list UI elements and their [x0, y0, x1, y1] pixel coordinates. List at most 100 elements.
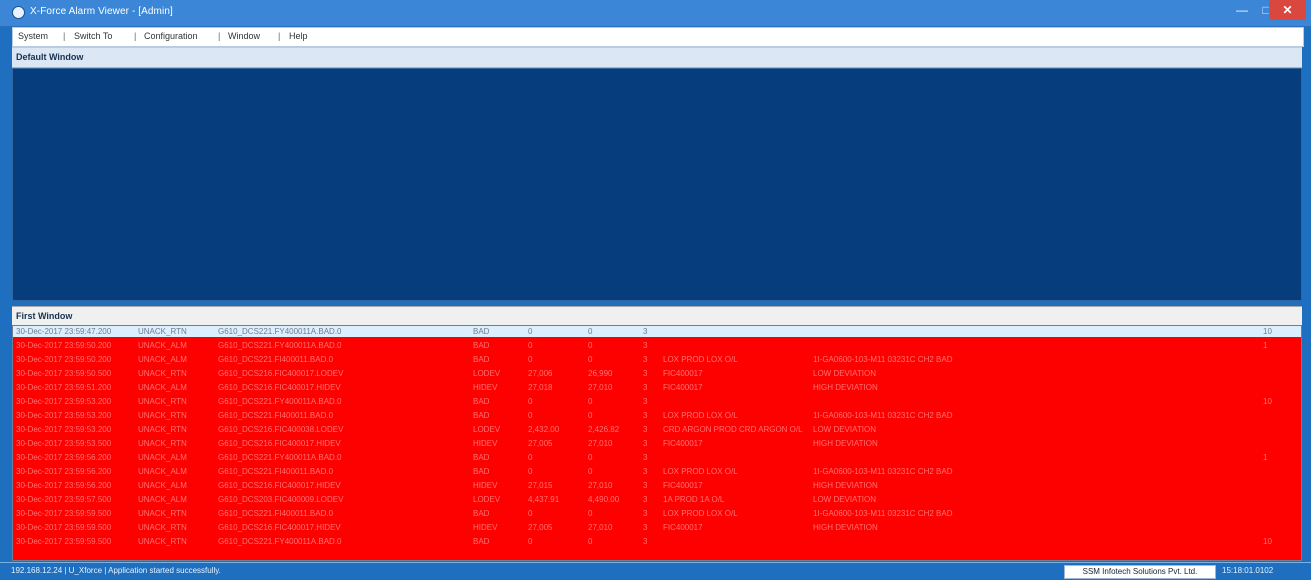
- app-logo-icon: [12, 6, 25, 19]
- alarm-state: UNACK_ALM: [138, 355, 187, 364]
- alarm-priority: 3: [643, 467, 648, 476]
- alarm-desc: LOX PROD LOX O/L: [663, 467, 738, 476]
- alarm-type: BAD: [473, 355, 490, 364]
- alarm-value: 0: [528, 537, 533, 546]
- alarm-row[interactable]: 30-Dec-2017 23:59:56.200 UNACK_ALM G610_DC…: [13, 480, 1301, 491]
- alarm-row[interactable]: 30-Dec-2017 23:59:53.500 UNACK_RTN G610_DC…: [13, 438, 1301, 449]
- alarm-priority: 3: [643, 411, 648, 420]
- alarm-limit: 27,010: [588, 481, 613, 490]
- alarm-row[interactable]: 30-Dec-2017 23:59:59.500 UNACK_RTN G610_DC…: [13, 536, 1301, 547]
- menu-separator: |: [63, 31, 66, 41]
- alarm-value: 2,432.00: [528, 425, 560, 434]
- alarm-row[interactable]: 30-Dec-2017 23:59:50.200 UNACK_ALM G610_DC…: [13, 354, 1301, 365]
- alarm-row[interactable]: 30-Dec-2017 23:59:57.500 UNACK_ALM G610_DC…: [13, 494, 1301, 505]
- alarm-type: HIDEV: [473, 481, 498, 490]
- alarm-priority: 3: [643, 453, 648, 462]
- alarm-limit: 0: [588, 467, 593, 476]
- alarm-priority: 3: [643, 523, 648, 532]
- alarm-type: BAD: [473, 453, 490, 462]
- alarm-state: UNACK_ALM: [138, 467, 187, 476]
- alarm-time: 30-Dec-2017 23:59:53.200: [16, 425, 112, 434]
- alarm-type: BAD: [473, 397, 490, 406]
- alarm-type: BAD: [473, 509, 490, 518]
- alarm-value: 27,015: [528, 481, 553, 490]
- alarm-time: 30-Dec-2017 23:59:53.500: [16, 439, 112, 448]
- alarm-desc: LOX PROD LOX O/L: [663, 509, 738, 518]
- alarm-type: LODEV: [473, 369, 501, 378]
- alarm-count: 10: [1263, 397, 1272, 406]
- alarm-value: 27,018: [528, 383, 553, 392]
- alarm-type: HIDEV: [473, 439, 498, 448]
- alarm-tag: G610_DCS216.FIC400017.HIDEV: [218, 383, 341, 392]
- alarm-note: LOW DEVIATION: [813, 369, 876, 378]
- alarm-value: 0: [528, 341, 533, 350]
- alarm-type: HIDEV: [473, 383, 498, 392]
- alarm-limit: 0: [588, 411, 593, 420]
- alarm-type: HIDEV: [473, 523, 498, 532]
- alarm-state: UNACK_RTN: [138, 369, 187, 378]
- alarm-state: UNACK_RTN: [138, 425, 187, 434]
- status-message: 192.168.12.24 | U_Xforce | Application s…: [11, 566, 221, 575]
- alarm-time: 30-Dec-2017 23:59:53.200: [16, 411, 112, 420]
- alarm-row[interactable]: 30-Dec-2017 23:59:50.500 UNACK_RTN G610_DC…: [13, 368, 1301, 379]
- alarm-tag: G610_DCS221.FY400011A.BAD.0: [218, 327, 342, 336]
- menu-switch-to[interactable]: Switch To: [74, 31, 112, 41]
- close-button[interactable]: ✕: [1269, 0, 1306, 20]
- alarm-row[interactable]: 30-Dec-2017 23:59:47.200 UNACK_RTN G610_DC…: [13, 326, 1301, 337]
- alarm-note: HIGH DEVIATION: [813, 439, 878, 448]
- alarm-value: 0: [528, 467, 533, 476]
- first-window-title: First Window: [16, 311, 73, 321]
- menu-window[interactable]: Window: [228, 31, 260, 41]
- alarm-desc: FIC400017: [663, 369, 703, 378]
- alarm-limit: 0: [588, 341, 593, 350]
- alarm-row[interactable]: 30-Dec-2017 23:59:53.200 UNACK_RTN G610_DC…: [13, 396, 1301, 407]
- alarm-desc: FIC400017: [663, 439, 703, 448]
- alarm-tag: G610_DCS221.FY400011A.BAD.0: [218, 537, 342, 546]
- alarm-time: 30-Dec-2017 23:59:56.200: [16, 481, 112, 490]
- alarm-desc: 1A PROD 1A O/L: [663, 495, 725, 504]
- alarm-row[interactable]: 30-Dec-2017 23:59:53.200 UNACK_RTN G610_DC…: [13, 424, 1301, 435]
- alarm-limit: 26,990: [588, 369, 613, 378]
- alarm-row[interactable]: 30-Dec-2017 23:59:56.200 UNACK_ALM G610_DC…: [13, 452, 1301, 463]
- alarm-row[interactable]: 30-Dec-2017 23:59:53.200 UNACK_RTN G610_DC…: [13, 410, 1301, 421]
- alarm-list[interactable]: 30-Dec-2017 23:59:47.200 UNACK_RTN G610_DC…: [12, 325, 1302, 561]
- minimize-button[interactable]: —: [1232, 0, 1252, 20]
- alarm-limit: 0: [588, 537, 593, 546]
- alarm-state: UNACK_RTN: [138, 537, 187, 546]
- alarm-row[interactable]: 30-Dec-2017 23:59:59.500 UNACK_RTN G610_DC…: [13, 508, 1301, 519]
- default-window-title: Default Window: [16, 52, 84, 62]
- alarm-time: 30-Dec-2017 23:59:50.200: [16, 355, 112, 364]
- menu-system[interactable]: System: [18, 31, 48, 41]
- alarm-note: 1I-GA0600-103-M11 03231C CH2 BAD: [813, 411, 953, 420]
- alarm-type: BAD: [473, 537, 490, 546]
- default-window-body[interactable]: [12, 68, 1302, 301]
- title-bar: X-Force Alarm Viewer - [Admin] — □ ✕: [0, 0, 1311, 27]
- alarm-priority: 3: [643, 341, 648, 350]
- default-window-header: Default Window: [12, 47, 1302, 68]
- alarm-row[interactable]: 30-Dec-2017 23:59:50.200 UNACK_ALM G610_DC…: [13, 340, 1301, 351]
- alarm-tag: G610_DCS221.FI400011.BAD.0: [218, 509, 334, 518]
- alarm-note: 1I-GA0600-103-M11 03231C CH2 BAD: [813, 509, 953, 518]
- alarm-time: 30-Dec-2017 23:59:56.200: [16, 453, 112, 462]
- alarm-priority: 3: [643, 327, 648, 336]
- alarm-tag: G610_DCS216.FIC400017.HIDEV: [218, 523, 341, 532]
- alarm-type: BAD: [473, 467, 490, 476]
- alarm-desc: FIC400017: [663, 481, 703, 490]
- menu-separator: |: [278, 31, 281, 41]
- alarm-tag: G610_DCS221.FY400011A.BAD.0: [218, 341, 342, 350]
- alarm-value: 0: [528, 327, 533, 336]
- alarm-count: 10: [1263, 537, 1272, 546]
- alarm-row[interactable]: 30-Dec-2017 23:59:56.200 UNACK_ALM G610_DC…: [13, 466, 1301, 477]
- alarm-value: 0: [528, 509, 533, 518]
- menu-configuration[interactable]: Configuration: [144, 31, 198, 41]
- menu-help[interactable]: Help: [289, 31, 308, 41]
- alarm-row[interactable]: 30-Dec-2017 23:59:51.200 UNACK_ALM G610_DC…: [13, 382, 1301, 393]
- alarm-type: LODEV: [473, 425, 501, 434]
- alarm-type: LODEV: [473, 495, 501, 504]
- alarm-row[interactable]: 30-Dec-2017 23:59:59.500 UNACK_RTN G610_DC…: [13, 522, 1301, 533]
- alarm-tag: G610_DCS216.FIC400017.LODEV: [218, 369, 344, 378]
- alarm-note: LOW DEVIATION: [813, 495, 876, 504]
- menu-separator: |: [218, 31, 221, 41]
- alarm-limit: 27,010: [588, 383, 613, 392]
- alarm-time: 30-Dec-2017 23:59:56.200: [16, 467, 112, 476]
